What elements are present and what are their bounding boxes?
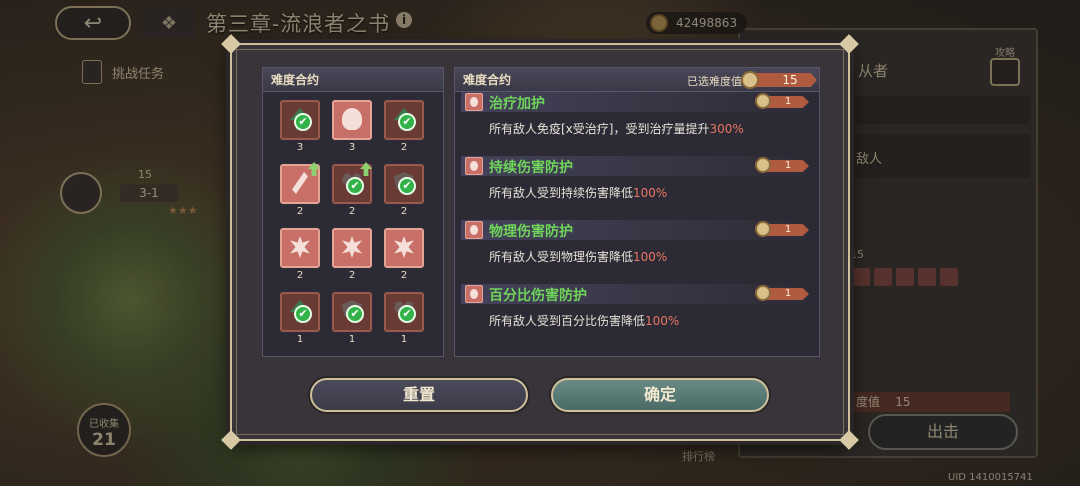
contract-tile[interactable]: ✔ 1 [278, 290, 322, 346]
reset-button[interactable]: 重置 [310, 378, 528, 412]
contract-tile-frame: ✔ [384, 292, 424, 332]
contract-title: 百分比伤害防护 [489, 288, 587, 304]
selected-difficulty-value: 15 [755, 73, 817, 87]
left-panel-title: 难度合约 [263, 68, 443, 92]
difficulty-contract-dialog: 难度合约 ✔ 3 3 ✔ 2 2 ✔ 2 ✔ 2 2 2 2 ✔ 1 ✔ 1 ✔ 1 难度合约 已选难度值 15 治… [221, 34, 859, 450]
contract-desc-value: 100% [633, 186, 668, 200]
tile-count: 3 [348, 142, 356, 153]
tile-count: 1 [348, 334, 356, 345]
tile-count: 1 [400, 334, 408, 345]
contract-desc-value: 300% [709, 122, 744, 136]
contract-description: 所有敌人免疫[x受治疗]，受到治疗量提升300% [461, 112, 815, 137]
contract-description: 所有敌人受到物理伤害降低100% [461, 240, 815, 265]
contract-tile[interactable]: ✔ 3 [278, 98, 322, 154]
contract-tile-frame: ✔ [384, 100, 424, 140]
upgrade-arrow-icon [308, 162, 320, 176]
contract-desc-value: 100% [633, 250, 668, 264]
contract-tile-frame [332, 228, 372, 268]
contract-item: 百分比伤害防护 1 所有敌人受到百分比伤害降低100% [461, 284, 815, 329]
contract-title: 持续伤害防护 [489, 160, 573, 176]
contract-tile[interactable]: 2 [278, 226, 322, 282]
contract-list-panel: 难度合约 已选难度值 15 治疗加护 1 所有敌人免疫[x受治疗]，受到治疗量提升3… [454, 67, 820, 357]
slash-icon [292, 172, 308, 194]
contract-tile-frame [280, 228, 320, 268]
contract-icon [465, 157, 483, 175]
checkmark-icon: ✔ [398, 113, 416, 131]
tile-count: 2 [400, 206, 408, 217]
checkmark-icon: ✔ [398, 305, 416, 323]
person-icon [342, 108, 362, 130]
tile-count: 2 [400, 142, 408, 153]
checkmark-icon: ✔ [294, 113, 312, 131]
contract-points: 1 [767, 96, 809, 108]
contract-header: 治疗加护 1 [461, 92, 815, 112]
skull-mask-icon [755, 93, 771, 109]
checkmark-icon: ✔ [346, 177, 364, 195]
contract-icon [465, 285, 483, 303]
contract-item: 持续伤害防护 1 所有敌人受到持续伤害降低100% [461, 156, 815, 201]
contract-tile[interactable]: 2 [382, 226, 426, 282]
contract-header: 百分比伤害防护 1 [461, 284, 815, 304]
tile-count: 1 [296, 334, 304, 345]
contract-tile-frame: ✔ [384, 164, 424, 204]
contract-header: 持续伤害防护 1 [461, 156, 815, 176]
contract-tile-frame: ✔ [280, 292, 320, 332]
contract-item: 治疗加护 1 所有敌人免疫[x受治疗]，受到治疗量提升300% [461, 92, 815, 137]
contract-tile-frame [384, 228, 424, 268]
contract-icon [465, 93, 483, 111]
contract-tile[interactable]: ✔ 2 [382, 98, 426, 154]
tile-count: 2 [296, 270, 304, 281]
contract-tile[interactable]: 3 [330, 98, 374, 154]
contract-selector-panel: 难度合约 ✔ 3 3 ✔ 2 2 ✔ 2 ✔ 2 2 2 2 ✔ 1 ✔ 1 ✔ 1 [262, 67, 444, 357]
tile-count: 2 [348, 206, 356, 217]
contract-tile[interactable]: 2 [278, 162, 322, 218]
tile-count: 3 [296, 142, 304, 153]
checkmark-icon: ✔ [398, 177, 416, 195]
contract-tile[interactable]: ✔ 2 [382, 162, 426, 218]
contract-tile[interactable]: ✔ 2 [330, 162, 374, 218]
contract-desc-text: 所有敌人受到持续伤害降低 [489, 186, 634, 200]
checkmark-icon: ✔ [294, 305, 312, 323]
confirm-button[interactable]: 确定 [551, 378, 769, 412]
contract-tile-frame [332, 100, 372, 140]
upgrade-arrow-icon [360, 162, 372, 176]
contract-desc-text: 所有敌人免疫[x受治疗]，受到治疗量提升 [489, 122, 710, 136]
burst-icon [342, 236, 362, 258]
contract-desc-value: 100% [645, 314, 680, 328]
contract-header: 物理伤害防护 1 [461, 220, 815, 240]
contract-tile-frame: ✔ [332, 162, 372, 204]
contract-tile-frame: ✔ [332, 292, 372, 332]
contract-tile[interactable]: 2 [330, 226, 374, 282]
contract-points: 1 [767, 224, 809, 236]
checkmark-icon: ✔ [346, 305, 364, 323]
contract-points: 1 [767, 160, 809, 172]
contract-title: 物理伤害防护 [489, 224, 573, 240]
tile-count: 2 [400, 270, 408, 281]
contract-tile[interactable]: ✔ 1 [382, 290, 426, 346]
contract-title: 治疗加护 [489, 96, 545, 112]
contract-points: 1 [767, 288, 809, 300]
contract-item: 物理伤害防护 1 所有敌人受到物理伤害降低100% [461, 220, 815, 265]
contract-desc-text: 所有敌人受到物理伤害降低 [489, 250, 634, 264]
contract-description: 所有敌人受到持续伤害降低100% [461, 176, 815, 201]
contract-tile-frame: ✔ [280, 100, 320, 140]
contract-tile-frame [280, 162, 320, 204]
skull-mask-icon [755, 285, 771, 301]
burst-icon [394, 236, 414, 258]
tile-count: 2 [296, 206, 304, 217]
skull-mask-icon [755, 157, 771, 173]
contract-description: 所有敌人受到百分比伤害降低100% [461, 304, 815, 329]
contract-desc-text: 所有敌人受到百分比伤害降低 [489, 314, 646, 328]
tile-count: 2 [348, 270, 356, 281]
burst-icon [290, 236, 310, 258]
contract-tile[interactable]: ✔ 1 [330, 290, 374, 346]
selected-difficulty-label: 已选难度值 [687, 75, 742, 88]
skull-mask-icon [741, 71, 759, 89]
skull-mask-icon [755, 221, 771, 237]
contract-icon [465, 221, 483, 239]
